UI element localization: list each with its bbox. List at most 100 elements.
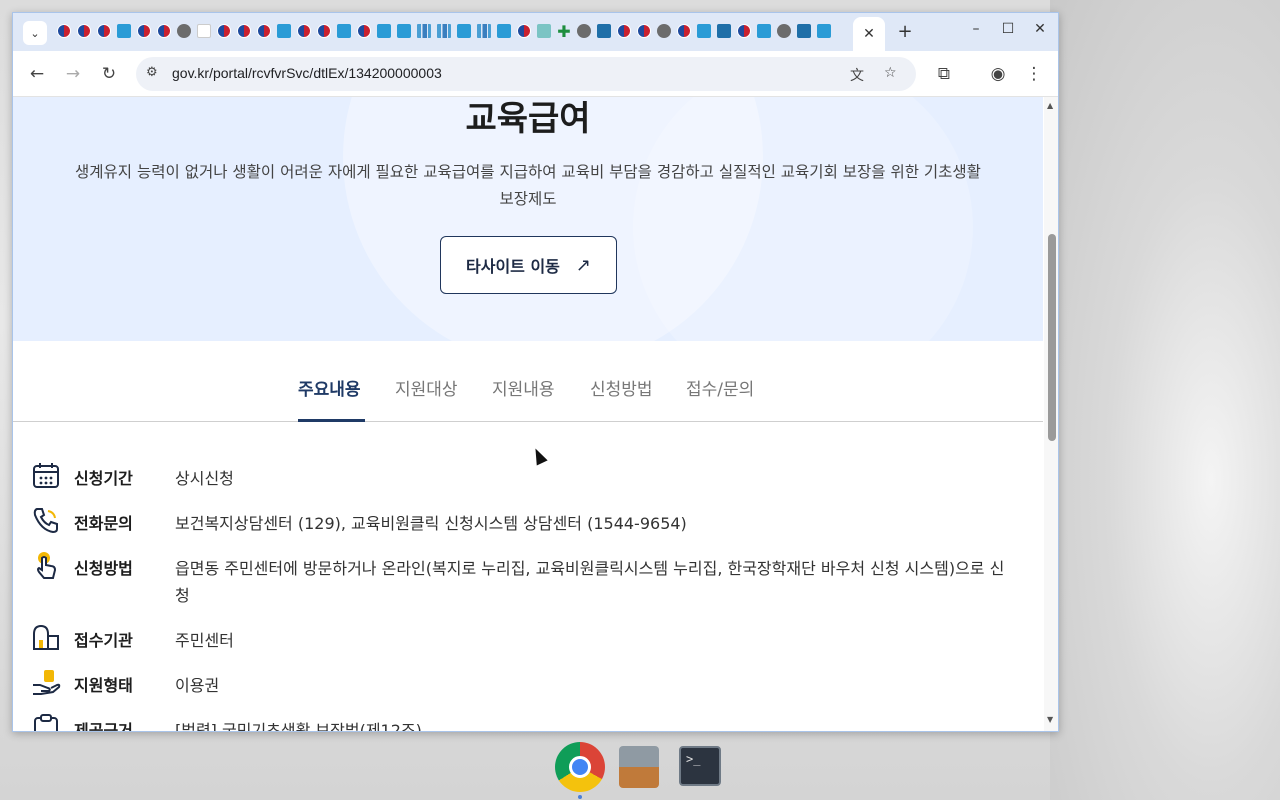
info-value: [법령] 국민기초생활 보장법(제12조) [175,721,422,732]
tab-favicons: ✚ [57,22,837,41]
forward-button[interactable]: → [62,63,84,85]
tab-support-details[interactable]: 지원내용 [492,375,555,400]
page-viewport: 교육급여 생계유지 능력이 없거나 생활이 어려운 자에게 필요한 교육급여를 … [13,97,1043,732]
globe-favicon-icon[interactable] [777,24,791,38]
gov-favicon-icon[interactable] [637,24,651,38]
info-value: 상시신청 [175,469,234,488]
plus-favicon-icon[interactable]: ✚ [557,22,571,41]
translate-icon[interactable]: 文 [850,65,864,85]
gov-favicon-icon[interactable] [217,24,231,38]
chrome-app-icon[interactable] [555,742,605,792]
site-favicon-icon[interactable] [117,24,131,38]
terminal-app-icon[interactable]: >_ [679,746,721,786]
gov-favicon-icon[interactable] [77,24,91,38]
site-favicon-icon[interactable] [277,24,291,38]
info-label: 접수기관 [74,631,133,650]
close-window-button[interactable]: ✕ [1029,21,1051,37]
menu-icon[interactable]: ⋮ [1023,63,1045,85]
tab-eligibility[interactable]: 지원대상 [395,375,458,400]
page-title: 교육급여 [465,99,591,139]
gov-favicon-icon[interactable] [297,24,311,38]
extensions-icon[interactable]: ⧉ [933,63,955,85]
info-value: 보건복지상담센터 (129), 교육비원클릭 신청시스템 상담센터 (1544-… [175,514,687,533]
building-icon [33,624,59,650]
address-bar[interactable]: ⚙ gov.kr/portal/rcvfvrSvc/dtlEx/13420000… [136,57,916,91]
active-tab-close-button[interactable]: ✕ [853,17,885,51]
hand-give-icon [33,670,61,695]
tool-app-icon[interactable] [619,746,659,788]
external-site-label: 타사이트 이동 [466,257,560,276]
site-favicon-icon[interactable] [697,24,711,38]
city-favicon-icon[interactable] [417,24,431,38]
gov-favicon-icon[interactable] [517,24,531,38]
minimize-button[interactable]: – [965,21,987,37]
tab-strip: ⌄ ✚ ✕ + – ☐ ✕ [13,13,1058,51]
tab-how-to-apply[interactable]: 신청방법 [590,375,653,400]
page-description: 생계유지 능력이 없거나 생활이 어려운 자에게 필요한 교육급여를 지급하여 … [75,163,981,208]
home-favicon-icon[interactable] [537,24,551,38]
site-favicon-icon[interactable] [457,24,471,38]
site-favicon-icon[interactable] [757,24,771,38]
tab-contact[interactable]: 접수/문의 [686,375,754,400]
tab-search-button[interactable]: ⌄ [23,21,47,45]
gov-favicon-icon[interactable] [137,24,151,38]
gov-favicon-icon[interactable] [57,24,71,38]
site-favicon-icon[interactable] [397,24,411,38]
scroll-up-icon[interactable]: ▲ [1047,101,1053,110]
site-favicon-icon[interactable] [197,24,211,38]
bookmark-star-icon[interactable]: ☆ [884,65,897,81]
maximize-button[interactable]: ☐ [997,21,1019,37]
tab-main-content[interactable]: 주요내용 [298,375,361,400]
clipboard-icon [34,714,58,731]
browser-toolbar: ← → ↻ ⚙ gov.kr/portal/rcvfvrSvc/dtlEx/13… [13,51,1058,97]
gov-favicon-icon[interactable] [357,24,371,38]
site-info-icon[interactable]: ⚙ [146,65,158,80]
gov-favicon-icon[interactable] [157,24,171,38]
profile-icon[interactable]: ◉ [987,63,1009,85]
site-favicon-icon[interactable] [817,24,831,38]
scroll-down-icon[interactable]: ▼ [1047,715,1053,724]
gov-favicon-icon[interactable] [617,24,631,38]
gov-favicon-icon[interactable] [317,24,331,38]
gov-favicon-icon[interactable] [237,24,251,38]
info-value: 읍면동 주민센터에 방문하거나 온라인(복지로 누리집, 교육비원클릭시스템 누… [175,559,1005,605]
info-value: 주민센터 [175,631,234,650]
active-tab-indicator [298,419,365,422]
content-tabs: 주요내용 지원대상 지원내용 신청방법 접수/문의 [13,341,1043,422]
page-scrollbar[interactable]: ▲ ▼ [1044,97,1058,731]
site-favicon-icon[interactable] [377,24,391,38]
gov-favicon-icon[interactable] [677,24,691,38]
globe-favicon-icon[interactable] [657,24,671,38]
globe-favicon-icon[interactable] [577,24,591,38]
chrome-center [569,756,591,778]
globe-favicon-icon[interactable] [177,24,191,38]
back-button[interactable]: ← [26,63,48,85]
url-text[interactable]: gov.kr/portal/rcvfvrSvc/dtlEx/1342000000… [172,65,442,81]
browser-window: ⌄ ✚ ✕ + – ☐ ✕ ← → ↻ ⚙ gov.kr/portal/rcvf… [12,12,1059,732]
arrow-up-right-icon: ↗ [575,254,591,276]
gov-favicon-icon[interactable] [737,24,751,38]
new-tab-button[interactable]: + [895,22,915,42]
home-favicon-icon[interactable] [797,24,811,38]
scroll-thumb[interactable] [1048,234,1056,441]
info-value: 이용권 [175,676,220,695]
hero-section: 교육급여 생계유지 능력이 없거나 생활이 어려운 자에게 필요한 교육급여를 … [13,97,1043,341]
phone-icon [33,508,58,534]
home-favicon-icon[interactable] [597,24,611,38]
info-label: 신청방법 [74,559,133,578]
info-label: 지원형태 [74,676,133,695]
external-site-button[interactable]: 타사이트 이동 ↗ [440,236,617,294]
desktop-background [1050,0,1280,800]
city-favicon-icon[interactable] [437,24,451,38]
info-label: 제공근거 [74,721,133,732]
running-indicator [578,795,582,799]
gov-favicon-icon[interactable] [97,24,111,38]
chart-favicon-icon[interactable] [477,24,491,38]
info-label: 전화문의 [74,514,133,533]
site-favicon-icon[interactable] [337,24,351,38]
info-label: 신청기간 [74,469,133,488]
site-favicon-icon[interactable] [497,24,511,38]
home-favicon-icon[interactable] [717,24,731,38]
gov-favicon-icon[interactable] [257,24,271,38]
reload-button[interactable]: ↻ [98,63,120,85]
